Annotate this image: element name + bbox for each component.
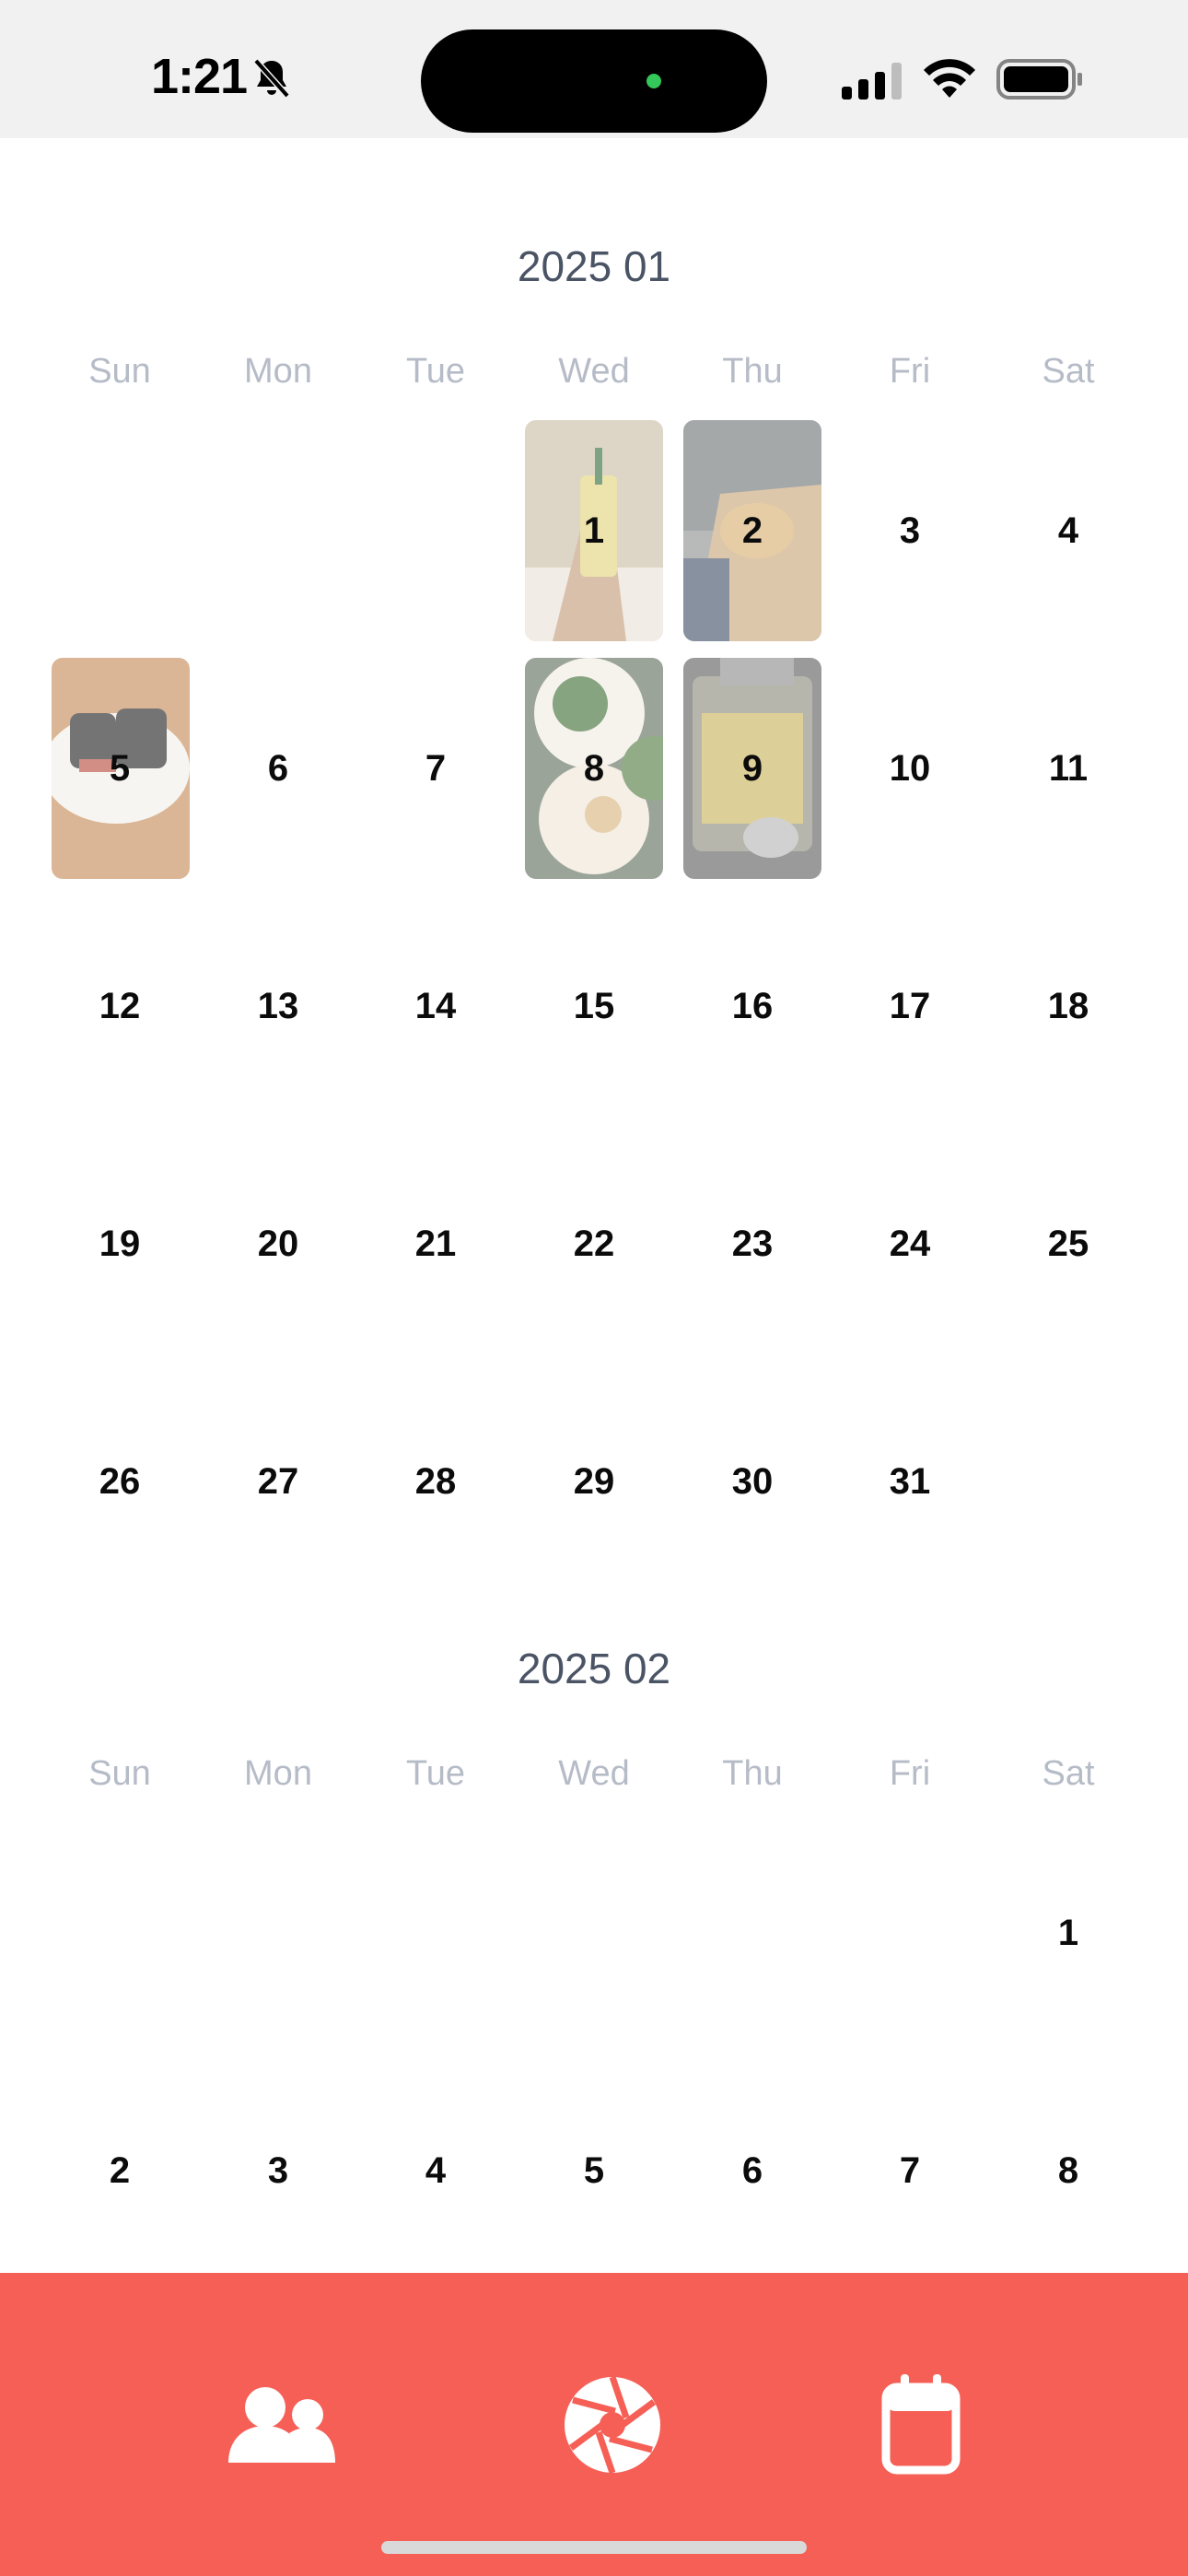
- weekday-thu: Thu: [722, 1754, 783, 1793]
- day-number[interactable]: 3: [199, 2150, 357, 2192]
- day-number[interactable]: 1: [989, 1913, 1147, 1954]
- day-number[interactable]: 30: [673, 1461, 832, 1503]
- day-number[interactable]: 2: [41, 2150, 199, 2192]
- day-number[interactable]: 4: [989, 510, 1147, 552]
- weekday-mon: Mon: [244, 352, 312, 391]
- day-number[interactable]: 8: [515, 748, 673, 790]
- day-number[interactable]: 6: [199, 748, 357, 790]
- day-number[interactable]: 1: [515, 510, 673, 552]
- day-number[interactable]: 7: [356, 748, 515, 790]
- day-number[interactable]: 9: [673, 748, 832, 790]
- day-number[interactable]: 25: [989, 1224, 1147, 1265]
- weekday-tue: Tue: [405, 1754, 466, 1793]
- day-number[interactable]: 5: [41, 748, 199, 790]
- dynamic-island: [421, 29, 767, 133]
- weekday-tue: Tue: [405, 352, 466, 391]
- day-number[interactable]: 26: [41, 1461, 199, 1503]
- day-number[interactable]: 18: [989, 986, 1147, 1027]
- battery-icon: [996, 59, 1082, 100]
- day-number[interactable]: 22: [515, 1224, 673, 1265]
- day-number[interactable]: 8: [989, 2150, 1147, 2192]
- day-number[interactable]: 19: [41, 1224, 199, 1265]
- camera-indicator-dot: [646, 74, 661, 88]
- day-number[interactable]: 14: [356, 986, 515, 1027]
- day-number[interactable]: 23: [673, 1224, 832, 1265]
- home-indicator[interactable]: [381, 2541, 807, 2554]
- day-number[interactable]: 15: [515, 986, 673, 1027]
- weekday-sat: Sat: [1042, 1754, 1095, 1793]
- day-number[interactable]: 4: [356, 2150, 515, 2192]
- bell-muted-icon: [253, 58, 290, 99]
- day-number[interactable]: 21: [356, 1224, 515, 1265]
- day-number[interactable]: 24: [831, 1224, 989, 1265]
- status-time: 1:21: [151, 49, 248, 104]
- weekday-wed: Wed: [558, 352, 630, 391]
- weekday-wed: Wed: [558, 1754, 630, 1793]
- day-number[interactable]: 3: [831, 510, 989, 552]
- people-icon[interactable]: [227, 2374, 337, 2476]
- day-number[interactable]: 16: [673, 986, 832, 1027]
- weekday-fri: Fri: [889, 1754, 931, 1793]
- day-number[interactable]: 10: [831, 748, 989, 790]
- month-title: 2025 01: [517, 242, 671, 290]
- weekday-sun: Sun: [88, 1754, 151, 1793]
- day-number[interactable]: 11: [989, 748, 1147, 790]
- weekday-sun: Sun: [88, 352, 151, 391]
- day-number[interactable]: 12: [41, 986, 199, 1027]
- wifi-icon: [924, 59, 975, 98]
- day-number[interactable]: 5: [515, 2150, 673, 2192]
- weekday-fri: Fri: [889, 352, 931, 391]
- day-number[interactable]: 17: [831, 986, 989, 1027]
- weekday-mon: Mon: [244, 1754, 312, 1793]
- day-number[interactable]: 2: [673, 510, 832, 552]
- day-number[interactable]: 13: [199, 986, 357, 1027]
- day-number[interactable]: 28: [356, 1461, 515, 1503]
- day-number[interactable]: 29: [515, 1461, 673, 1503]
- calendar-icon[interactable]: [866, 2374, 976, 2476]
- weekday-thu: Thu: [722, 352, 783, 391]
- day-number[interactable]: 31: [831, 1461, 989, 1503]
- aperture-icon[interactable]: [557, 2374, 668, 2476]
- day-number[interactable]: 27: [199, 1461, 357, 1503]
- weekday-sat: Sat: [1042, 352, 1095, 391]
- day-number[interactable]: 6: [673, 2150, 832, 2192]
- cellular-signal-icon: [842, 63, 902, 100]
- month-title: 2025 02: [517, 1645, 671, 1692]
- day-number[interactable]: 7: [831, 2150, 989, 2192]
- day-number[interactable]: 20: [199, 1224, 357, 1265]
